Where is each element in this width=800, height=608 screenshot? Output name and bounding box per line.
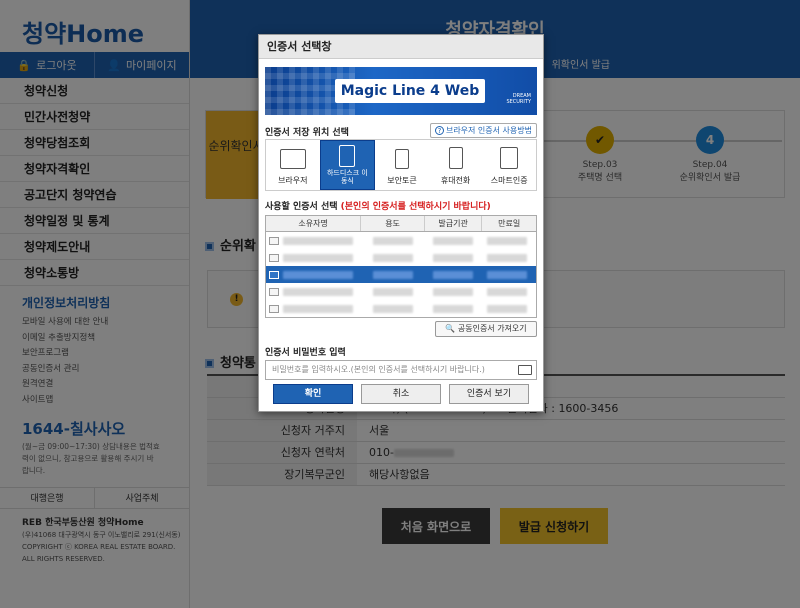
cert-row-selected[interactable]	[266, 266, 536, 283]
cert-icon	[269, 253, 279, 262]
view-cert-button[interactable]: 인증서 보기	[449, 384, 529, 404]
masked-value	[487, 253, 527, 262]
masked-value	[283, 270, 353, 279]
storage-option-label: 보안토큰	[387, 176, 417, 185]
cert-table: 소유자명 용도 발급기관 만료일	[265, 215, 537, 318]
storage-label: 인증서 저장 위치 선택	[265, 128, 349, 138]
import-label: 공동인증서 가져오기	[457, 324, 527, 333]
cert-label-text: 사용할 인증서 선택	[265, 202, 338, 212]
phone-icon	[448, 147, 463, 169]
masked-value	[433, 270, 473, 279]
storage-token[interactable]: 보안토큰	[375, 140, 429, 190]
masked-value	[283, 304, 353, 313]
masked-value	[373, 236, 413, 245]
masked-value	[487, 270, 527, 279]
masked-value	[487, 304, 527, 313]
masked-value	[487, 236, 527, 245]
cert-row[interactable]	[266, 283, 536, 300]
column-header: 만료일	[498, 219, 521, 228]
masked-value	[373, 287, 413, 296]
search-icon: 🔍	[445, 324, 458, 333]
help-link-label: 브라우저 인증서 사용방법	[445, 126, 532, 135]
cert-icon	[269, 287, 279, 296]
help-link[interactable]: ? 브라우저 인증서 사용방법	[429, 123, 537, 138]
keyboard-icon[interactable]	[518, 365, 532, 375]
banner-text: Magic Line 4 Web	[335, 79, 485, 103]
storage-smart[interactable]: 스마트인증	[482, 140, 536, 190]
masked-value	[373, 270, 413, 279]
storage-phone[interactable]: 휴대전화	[429, 140, 483, 190]
banner: Magic Line 4 Web DREAM SECURITY	[265, 67, 537, 115]
column-header: 발급기관	[425, 216, 483, 231]
masked-value	[433, 253, 473, 262]
cert-row[interactable]	[266, 300, 536, 317]
storage-option-label: 휴대전화	[440, 176, 471, 185]
masked-value	[433, 236, 473, 245]
certificate-dialog: 인증서 선택창 Magic Line 4 Web DREAM SECURITY …	[258, 34, 544, 412]
masked-value	[433, 304, 473, 313]
storage-option-label: 브라우저	[278, 176, 308, 185]
ok-button[interactable]: 확인	[273, 384, 353, 404]
storage-browser[interactable]: 브라우저	[266, 140, 320, 190]
cert-icon	[269, 304, 279, 313]
password-input[interactable]: 비밀번호를 입력하시오.(본인의 인증서를 선택하시기 바랍니다.)	[265, 360, 537, 380]
masked-value	[373, 253, 413, 262]
masked-value	[373, 304, 413, 313]
cert-row[interactable]	[266, 232, 536, 249]
password-placeholder: 비밀번호를 입력하시오.(본인의 인증서를 선택하시기 바랍니다.)	[272, 365, 485, 374]
import-cert-button[interactable]: 🔍 공동인증서 가져오기	[435, 321, 537, 337]
column-header: 소유자명	[266, 216, 362, 231]
cert-row[interactable]	[266, 249, 536, 266]
cert-icon	[269, 270, 279, 279]
storage-option-label: 스마트인증	[490, 176, 528, 185]
storage-harddisk[interactable]: 하드디스크 이동식	[319, 140, 376, 190]
cert-note: (본인의 인증서를 선택하시기 바랍니다)	[340, 202, 491, 212]
masked-value	[433, 287, 473, 296]
storage-options: 브라우저 하드디스크 이동식 보안토큰 휴대전화 스마트인증	[265, 139, 537, 191]
cert-icon	[269, 236, 279, 245]
cancel-button[interactable]: 취소	[361, 384, 441, 404]
masked-value	[283, 287, 353, 296]
masked-value	[283, 253, 353, 262]
smart-cert-icon	[500, 147, 519, 169]
cert-label: 사용할 인증서 선택 (본인의 인증서를 선택하시기 바랍니다)	[265, 199, 491, 212]
browser-icon	[279, 149, 306, 169]
column-header: 용도	[361, 216, 425, 231]
password-label: 인증서 비밀번호 입력	[265, 348, 346, 358]
banner-logo: DREAM SECURITY	[506, 93, 531, 105]
cert-table-header: 소유자명 용도 발급기관 만료일	[266, 216, 536, 232]
token-icon	[394, 149, 409, 169]
masked-value	[487, 287, 527, 296]
harddisk-icon	[339, 145, 356, 167]
storage-option-label: 하드디스크 이동식	[326, 169, 368, 185]
dialog-title: 인증서 선택창	[259, 35, 543, 59]
masked-value	[283, 236, 353, 245]
help-icon: ?	[434, 126, 444, 135]
